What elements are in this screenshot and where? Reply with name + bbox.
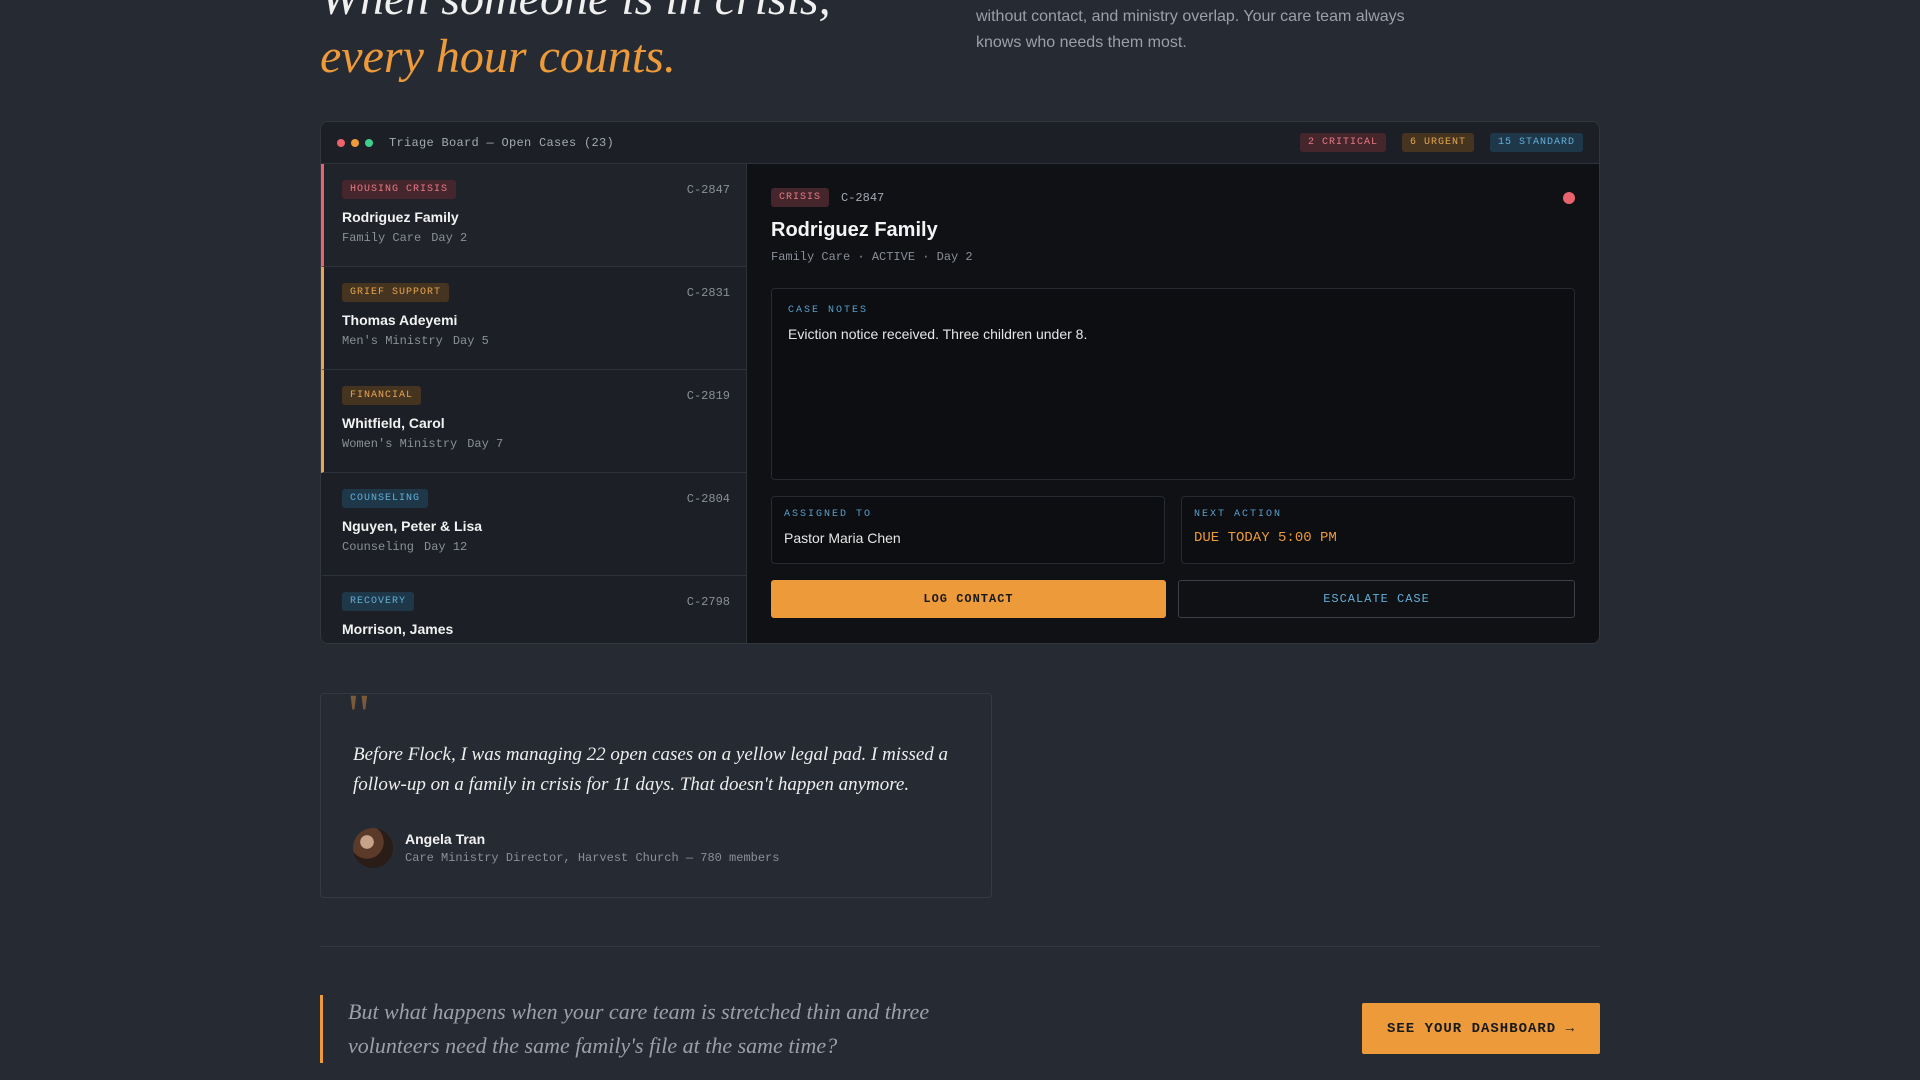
severity-counts: 2 CRITICAL 6 URGENT 15 STANDARD bbox=[1299, 133, 1583, 152]
avatar bbox=[353, 828, 393, 868]
next-action-label: NEXT ACTION bbox=[1194, 509, 1283, 520]
case-notes-text: Eviction notice received. Three children… bbox=[788, 326, 1088, 342]
case-id: C-2804 bbox=[686, 491, 730, 506]
case-meta: Men's Ministry Day 5 bbox=[342, 334, 730, 348]
case-id: C-2831 bbox=[686, 285, 730, 300]
case-tag: RECOVERY bbox=[342, 592, 415, 611]
case-meta: Family Care Day 2 bbox=[342, 231, 730, 245]
see-dashboard-button[interactable]: SEE YOUR DASHBOARD → bbox=[1362, 1003, 1600, 1054]
case-day: Day 5 bbox=[452, 334, 489, 348]
case-id: C-2798 bbox=[686, 594, 730, 609]
minimize-dot-icon[interactable] bbox=[351, 138, 359, 147]
case-meta: Counseling Day 12 bbox=[342, 540, 730, 554]
case-tag: GRIEF SUPPORT bbox=[342, 283, 450, 302]
hero-title: When someone is in crisis, every hour co… bbox=[320, 0, 831, 86]
case-detail-panel: CRISIS C-2847 Rodriguez Family Family Ca… bbox=[747, 164, 1599, 643]
case-list-item[interactable]: HOUSING CRISIS C-2847 Rodriguez Family F… bbox=[321, 164, 746, 267]
triage-board-window: Triage Board — Open Cases (23) 2 CRITICA… bbox=[320, 121, 1600, 644]
case-meta: Women's Ministry Day 7 bbox=[342, 437, 730, 451]
author-name: Angela Tran bbox=[405, 831, 486, 847]
window-title: Triage Board — Open Cases (23) bbox=[389, 135, 615, 150]
case-id: C-2819 bbox=[686, 388, 730, 403]
window-controls bbox=[337, 138, 373, 147]
testimonial-card: " Before Flock, I was managing 22 open c… bbox=[320, 686, 992, 898]
assigned-to-value: Pastor Maria Chen bbox=[784, 530, 901, 546]
case-ministry: Counseling bbox=[342, 540, 415, 554]
case-name: Nguyen, Peter & Lisa bbox=[342, 518, 483, 534]
case-day: Day 12 bbox=[424, 540, 468, 554]
case-ministry: Women's Ministry bbox=[342, 437, 458, 451]
quote-mark-icon: " bbox=[347, 682, 371, 747]
section-divider bbox=[320, 946, 1600, 947]
detail-tag: CRISIS bbox=[771, 188, 830, 207]
testimonial-author: Angela Tran Care Ministry Director, Harv… bbox=[353, 828, 959, 868]
window-titlebar: Triage Board — Open Cases (23) 2 CRITICA… bbox=[321, 122, 1599, 164]
case-day: Day 2 bbox=[431, 231, 468, 245]
standard-count-badge[interactable]: 15 STANDARD bbox=[1489, 133, 1583, 152]
log-contact-button[interactable]: LOG CONTACT bbox=[771, 580, 1166, 618]
maximize-dot-icon[interactable] bbox=[365, 138, 373, 147]
case-list-item[interactable]: FINANCIAL C-2819 Whitfield, Carol Women'… bbox=[321, 370, 746, 473]
case-list-item[interactable]: COUNSELING C-2804 Nguyen, Peter & Lisa C… bbox=[321, 473, 746, 576]
case-tag: COUNSELING bbox=[342, 489, 429, 508]
case-name: Rodriguez Family bbox=[342, 209, 459, 225]
testimonial-quote: Before Flock, I was managing 22 open cas… bbox=[353, 744, 949, 795]
case-list: HOUSING CRISIS C-2847 Rodriguez Family F… bbox=[321, 164, 747, 643]
next-action-value: DUE TODAY 5:00 PM bbox=[1194, 530, 1337, 546]
case-ministry: Men's Ministry bbox=[342, 334, 443, 348]
status-indicator-icon bbox=[1563, 192, 1575, 204]
detail-case-meta: Family Care · ACTIVE · Day 2 bbox=[771, 250, 973, 264]
case-notes-label: CASE NOTES bbox=[788, 305, 869, 316]
case-tag: FINANCIAL bbox=[342, 386, 422, 405]
case-id: C-2847 bbox=[686, 182, 730, 197]
hero-copy: without contact, and ministry overlap. Y… bbox=[976, 8, 1405, 51]
hero-title-line1: When someone is in crisis, bbox=[320, 0, 831, 25]
assigned-to-label: ASSIGNED TO bbox=[784, 509, 873, 520]
case-tag: HOUSING CRISIS bbox=[342, 180, 457, 199]
hero-title-line2: every hour counts. bbox=[320, 30, 676, 83]
detail-case-id: C-2847 bbox=[841, 190, 885, 205]
case-ministry: Family Care bbox=[342, 231, 422, 245]
case-name: Thomas Adeyemi bbox=[342, 312, 458, 328]
bottom-quote: But what happens when your care team is … bbox=[320, 995, 940, 1063]
detail-case-name: Rodriguez Family bbox=[771, 219, 938, 241]
urgent-count-badge[interactable]: 6 URGENT bbox=[1401, 133, 1474, 152]
case-notes-panel[interactable]: CASE NOTES Eviction notice received. Thr… bbox=[771, 288, 1575, 480]
case-name: Whitfield, Carol bbox=[342, 415, 445, 431]
case-list-item[interactable]: RECOVERY C-2798 Morrison, James bbox=[321, 576, 746, 643]
escalate-case-button[interactable]: ESCALATE CASE bbox=[1178, 580, 1575, 618]
critical-count-badge[interactable]: 2 CRITICAL bbox=[1299, 133, 1386, 152]
close-dot-icon[interactable] bbox=[337, 138, 345, 147]
case-name: Morrison, James bbox=[342, 621, 454, 637]
next-action-box[interactable]: NEXT ACTION DUE TODAY 5:00 PM bbox=[1181, 496, 1575, 564]
case-day: Day 7 bbox=[467, 437, 504, 451]
assigned-to-box[interactable]: ASSIGNED TO Pastor Maria Chen bbox=[771, 496, 1165, 564]
case-list-item[interactable]: GRIEF SUPPORT C-2831 Thomas Adeyemi Men'… bbox=[321, 267, 746, 370]
author-role: Care Ministry Director, Harvest Church —… bbox=[405, 851, 780, 865]
